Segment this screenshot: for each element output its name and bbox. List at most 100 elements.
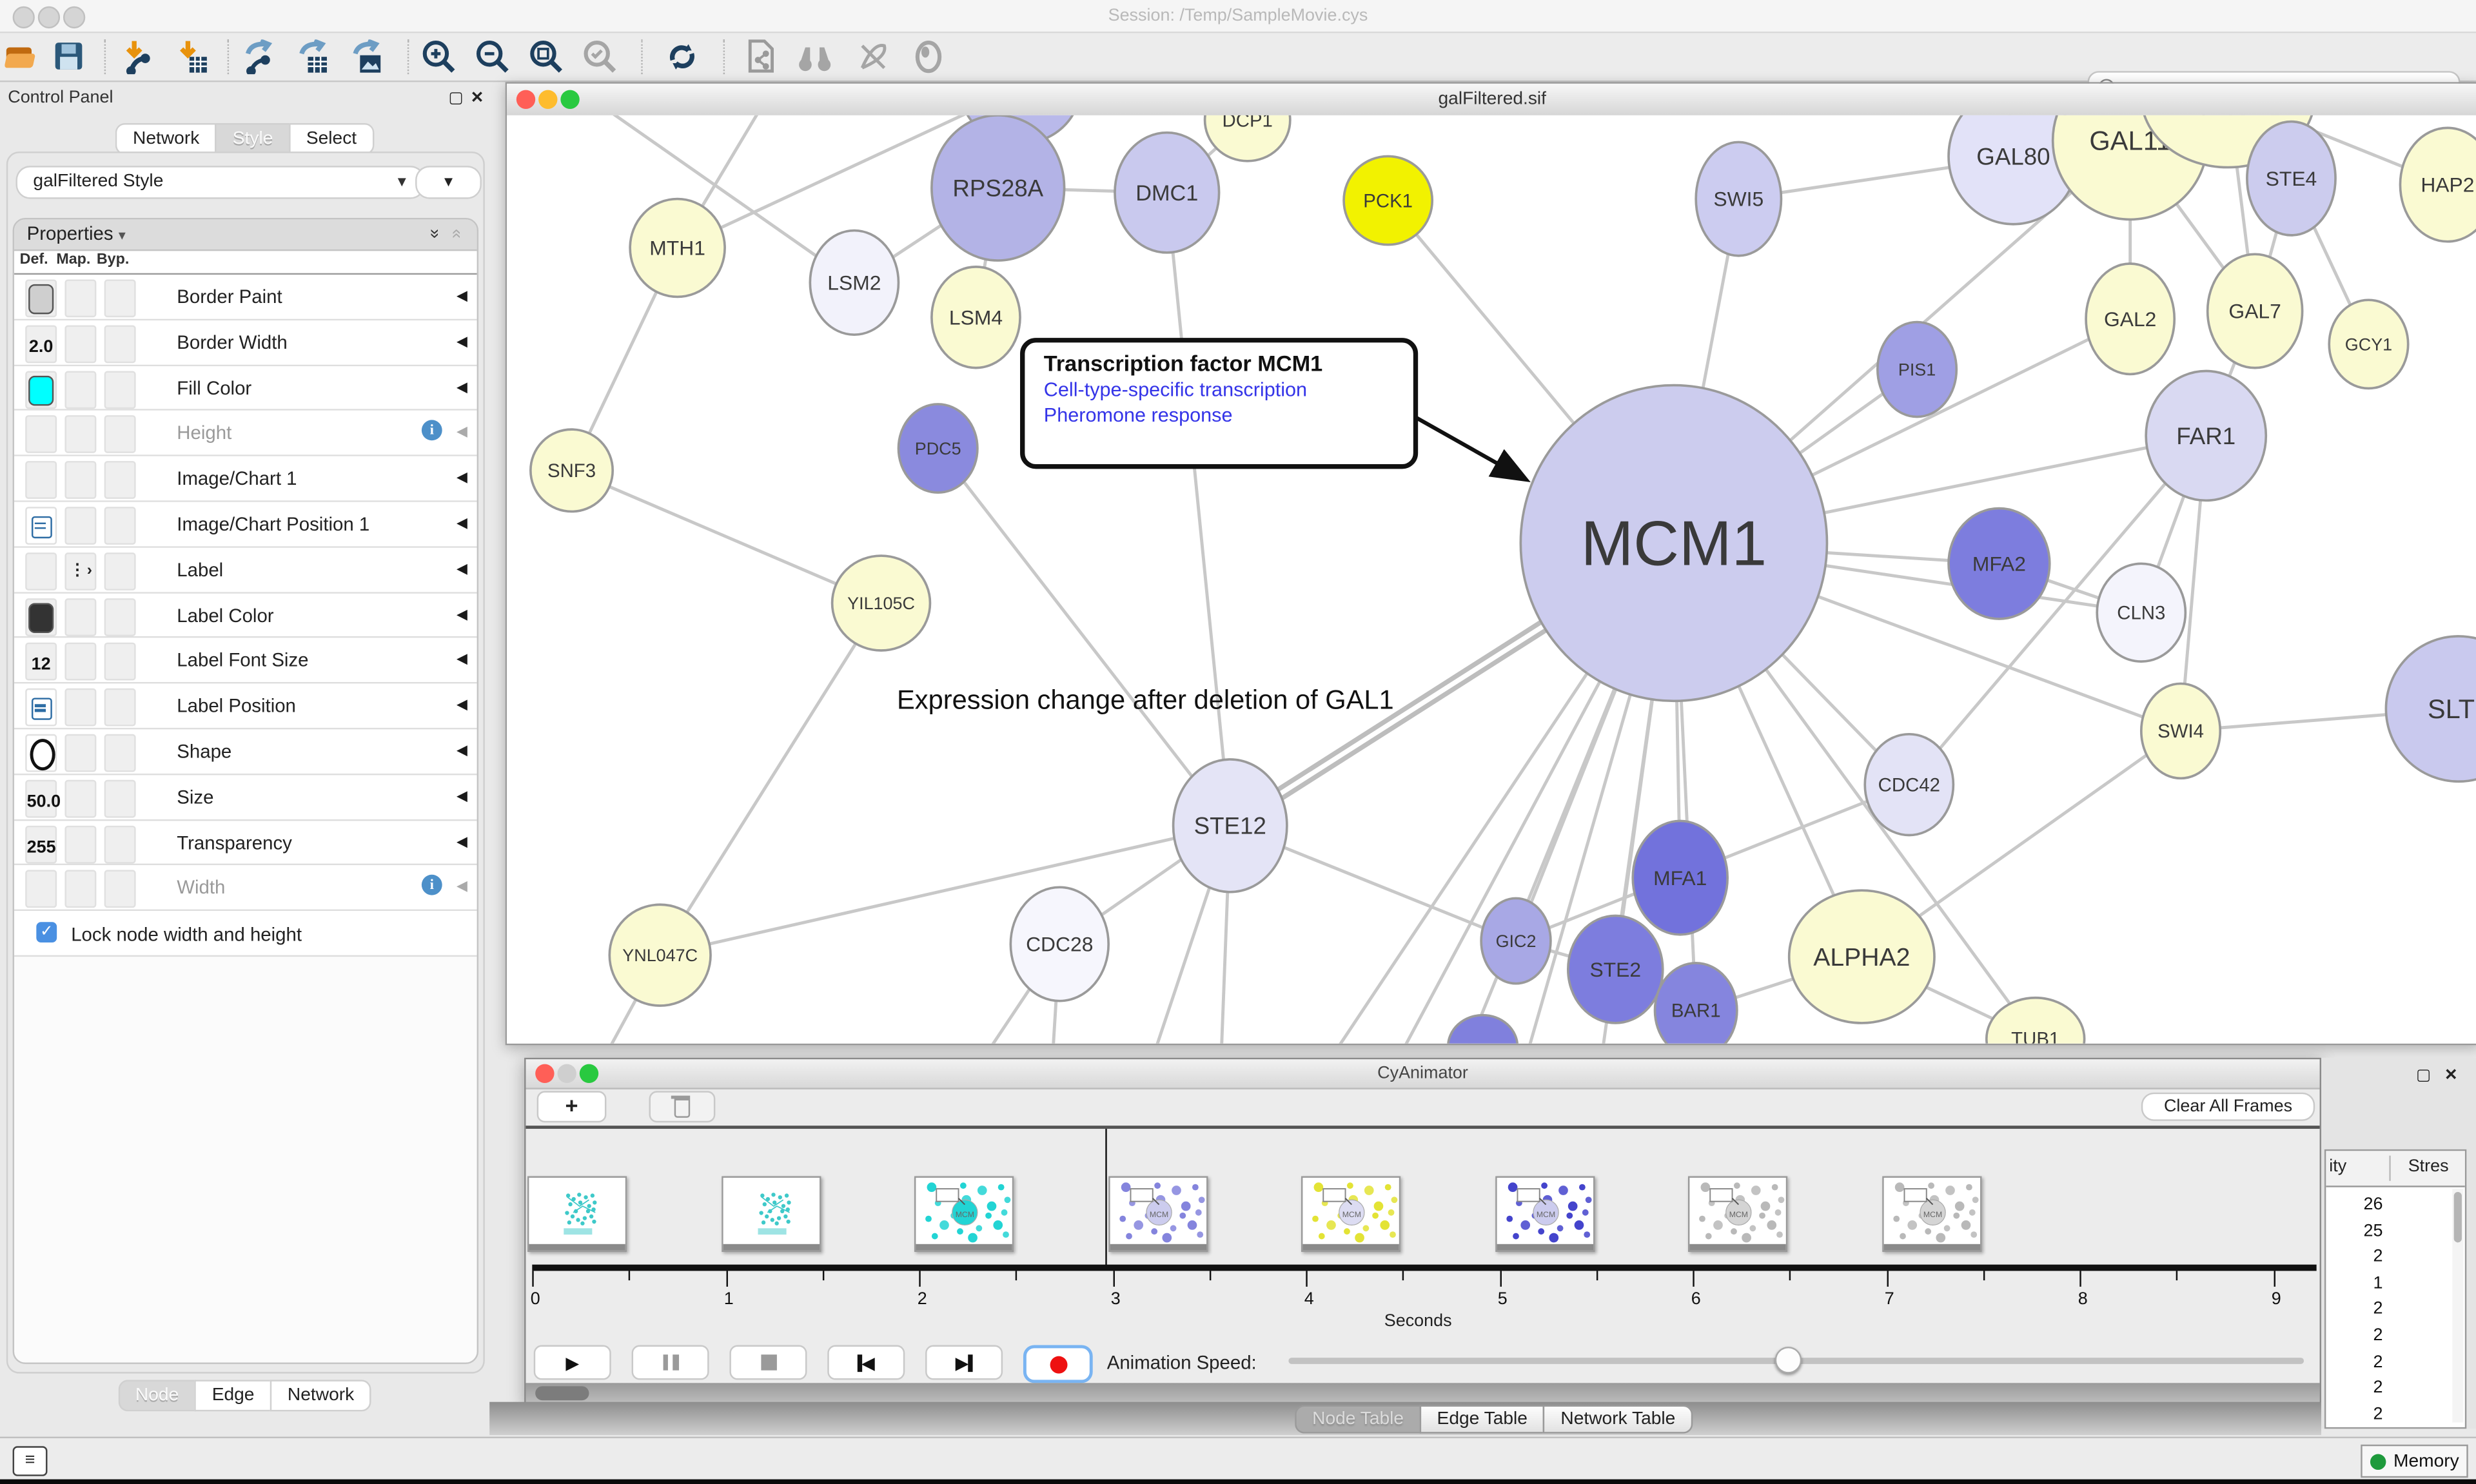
network-canvas[interactable]: DCP1RPS28ADMC1PCK1SWI5GAL80GAL11STE4HAP2… <box>507 115 2476 1044</box>
show-eye-icon[interactable] <box>910 38 948 76</box>
network-node-mfa1[interactable]: MFA1 <box>1633 821 1727 934</box>
mapping-cell[interactable] <box>64 279 96 317</box>
default-value-cell[interactable] <box>25 734 57 772</box>
expand-row-icon[interactable]: ◀ <box>457 333 467 350</box>
pause-button[interactable] <box>632 1345 709 1380</box>
info-icon[interactable]: i <box>422 875 442 896</box>
frame-thumbnail-3[interactable]: MCM <box>1108 1176 1207 1252</box>
property-row-image-chart-1[interactable]: Image/Chart 1◀ <box>14 456 477 502</box>
bypass-cell[interactable] <box>104 371 136 409</box>
network-node-gcy1[interactable]: GCY1 <box>2329 300 2408 388</box>
expand-row-icon[interactable]: ◀ <box>457 560 467 578</box>
tab-edge-table[interactable]: Edge Table <box>1420 1405 1544 1434</box>
bypass-cell[interactable] <box>104 688 136 727</box>
default-value-cell[interactable]: 12 <box>25 643 57 681</box>
mapping-cell[interactable] <box>64 598 96 636</box>
cyanimator-titlebar[interactable]: CyAnimator <box>526 1059 2320 1089</box>
network-node-swi4[interactable]: SWI4 <box>2141 683 2220 778</box>
property-row-shape[interactable]: Shape◀ <box>14 729 477 775</box>
mapping-cell[interactable]: ⋮› <box>64 552 96 591</box>
property-row-label-font-size[interactable]: 12Label Font Size◀ <box>14 638 477 684</box>
default-value-cell[interactable] <box>25 462 57 500</box>
network-node-alpha2[interactable]: ALPHA2 <box>1789 890 1934 1023</box>
property-row-border-paint[interactable]: Border Paint◀ <box>14 275 477 320</box>
timeline-playhead[interactable] <box>1105 1129 1106 1269</box>
style-options-button[interactable]: ▼ <box>415 166 482 199</box>
mapping-cell[interactable] <box>64 825 96 863</box>
property-row-width[interactable]: Widthi◀ <box>14 866 477 912</box>
tab-select[interactable]: Select <box>289 123 374 155</box>
frame-thumbnail-6[interactable]: MCM <box>1688 1176 1787 1252</box>
expand-row-icon[interactable]: ◀ <box>457 696 467 714</box>
network-node-pdc5[interactable]: PDC5 <box>898 404 977 493</box>
bypass-cell[interactable] <box>104 325 136 363</box>
network-node-pis1[interactable]: PIS1 <box>1878 322 1956 417</box>
network-edge[interactable] <box>938 449 1230 826</box>
refresh-icon[interactable] <box>663 38 702 76</box>
import-network-icon[interactable] <box>120 38 158 76</box>
network-node-far1[interactable]: FAR1 <box>2146 371 2266 501</box>
control-panel-float-icon[interactable]: ▢ <box>449 90 464 108</box>
default-value-cell[interactable] <box>25 371 57 409</box>
property-row-label[interactable]: ⋮›Label◀ <box>14 547 477 593</box>
mapping-cell[interactable] <box>64 643 96 681</box>
expand-row-icon[interactable]: ◀ <box>457 879 467 896</box>
expand-all-icon[interactable]: » <box>425 229 444 239</box>
network-edge[interactable] <box>572 471 881 603</box>
default-value-cell[interactable]: 50.0 <box>25 779 57 817</box>
zoom-out-icon[interactable] <box>474 38 512 76</box>
export-table-icon[interactable] <box>294 38 332 76</box>
tab-network[interactable]: Network <box>115 123 215 155</box>
tab-node-table[interactable]: Node Table <box>1295 1405 1419 1434</box>
properties-header[interactable]: Properties ▾ » « <box>14 219 477 251</box>
network-edge[interactable] <box>1167 193 1230 826</box>
mapping-cell[interactable] <box>64 325 96 363</box>
timeline-ruler[interactable] <box>532 1265 2316 1271</box>
property-row-label-position[interactable]: Label Position◀ <box>14 684 477 730</box>
network-node-gal2[interactable]: GAL2 <box>2086 264 2174 374</box>
tab-node[interactable]: Node <box>118 1380 195 1411</box>
network-node-lsm4[interactable]: LSM4 <box>932 267 1020 368</box>
bypass-cell[interactable] <box>104 552 136 591</box>
open-folder-icon[interactable] <box>3 38 41 76</box>
tab-edge[interactable]: Edge <box>195 1380 270 1411</box>
expand-row-icon[interactable]: ◀ <box>457 514 467 532</box>
zoom-fit-icon[interactable] <box>527 38 565 76</box>
network-node-bar1[interactable]: BAR1 <box>1655 963 1737 1044</box>
property-row-image-chart-position-1[interactable]: Image/Chart Position 1◀ <box>14 502 477 548</box>
property-row-border-width[interactable]: 2.0Border Width◀ <box>14 320 477 366</box>
frame-thumbnail-7[interactable]: MCM <box>1882 1176 1981 1252</box>
mapping-cell[interactable] <box>64 416 96 454</box>
add-frame-button[interactable]: + <box>537 1091 607 1122</box>
menu-button[interactable]: ≡ <box>13 1446 48 1476</box>
default-value-cell[interactable] <box>25 688 57 727</box>
property-row-size[interactable]: 50.0Size◀ <box>14 775 477 821</box>
mapping-cell[interactable] <box>64 779 96 817</box>
expand-row-icon[interactable]: ◀ <box>457 833 467 850</box>
network-node-mth1[interactable]: MTH1 <box>630 199 725 297</box>
binoculars-icon[interactable] <box>796 38 834 76</box>
mapping-cell[interactable] <box>64 688 96 727</box>
annotation-link[interactable]: Pheromone response <box>1044 404 1413 426</box>
default-value-cell[interactable] <box>25 416 57 454</box>
copy-document-icon[interactable] <box>742 38 780 76</box>
network-node-cdc42[interactable]: CDC42 <box>1865 734 1953 835</box>
network-node-cln3[interactable]: CLN3 <box>2097 563 2185 661</box>
results-float-icon[interactable]: ▢ <box>2416 1068 2431 1085</box>
network-node-yil105c[interactable]: YIL105C <box>832 556 930 650</box>
default-value-cell[interactable] <box>25 279 57 317</box>
property-row-fill-color[interactable]: Fill Color◀ <box>14 366 477 411</box>
expand-row-icon[interactable]: ◀ <box>457 378 467 396</box>
hide-eye-icon[interactable] <box>854 38 892 76</box>
network-node-mcm1[interactable]: MCM1 <box>1520 386 1827 701</box>
default-value-cell[interactable] <box>25 598 57 636</box>
frame-thumbnail-5[interactable]: MCM <box>1495 1176 1594 1252</box>
property-row-transparency[interactable]: 255Transparency◀ <box>14 820 477 866</box>
bypass-cell[interactable] <box>104 462 136 500</box>
step-back-button[interactable]: ◀ <box>827 1345 905 1380</box>
network-node-ste12[interactable]: STE12 <box>1174 759 1287 892</box>
network-node-pbot[interactable] <box>1448 1015 1518 1044</box>
zoom-in-icon[interactable] <box>420 38 458 76</box>
import-table-icon[interactable] <box>173 38 211 76</box>
clear-all-frames-button[interactable]: Clear All Frames <box>2141 1093 2315 1121</box>
